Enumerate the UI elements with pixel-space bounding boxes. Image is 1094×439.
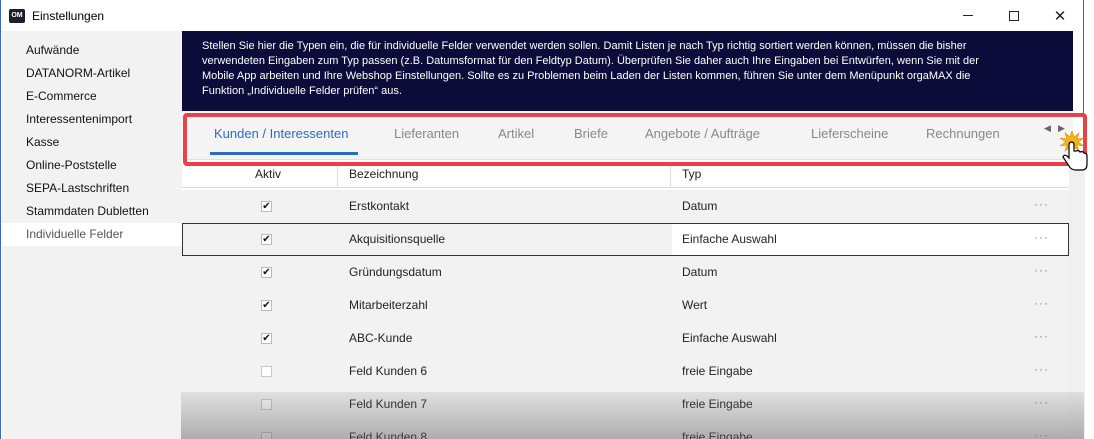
- table-row-selected[interactable]: ✔ Akquisitionsquelle Einfache Auswahl ··…: [182, 223, 1069, 256]
- typ-cell[interactable]: freie Eingabe: [682, 388, 753, 421]
- close-icon: ✕: [1053, 6, 1067, 25]
- sidebar-item-datanorm[interactable]: DATANORM-Artikel: [2, 62, 182, 85]
- tab-briefe[interactable]: Briefe: [574, 126, 608, 141]
- table-row[interactable]: Feld Kunden 7 freie Eingabe ···: [182, 388, 1069, 421]
- active-tab-indicator: [210, 152, 358, 155]
- tab-lieferscheine[interactable]: Lieferscheine: [811, 126, 888, 141]
- row-more-button[interactable]: ···: [1034, 289, 1049, 322]
- bezeichnung-cell[interactable]: Erstkontakt: [349, 190, 409, 223]
- typ-cell[interactable]: freie Eingabe: [682, 355, 753, 388]
- typ-cell[interactable]: Datum: [682, 190, 717, 223]
- sidebar-item-aufwaende[interactable]: Aufwände: [2, 39, 182, 62]
- tab-lieferanten[interactable]: Lieferanten: [394, 126, 459, 141]
- aktiv-checkbox[interactable]: ✔: [261, 201, 272, 212]
- close-button[interactable]: ✕: [1037, 0, 1083, 31]
- column-divider[interactable]: [670, 164, 671, 188]
- typ-cell[interactable]: Datum: [682, 256, 717, 289]
- info-banner: Stellen Sie hier die Typen ein, die für …: [182, 31, 1073, 111]
- table-row[interactable]: Feld Kunden 8 freie Eingabe ···: [182, 421, 1069, 439]
- grid-header: Aktiv Bezeichnung Typ: [182, 160, 1069, 188]
- tab-angebote-auftraege[interactable]: Angebote / Aufträge: [645, 126, 760, 141]
- aktiv-checkbox[interactable]: [261, 366, 272, 377]
- typ-cell[interactable]: Einfache Auswahl: [682, 322, 777, 355]
- table-row[interactable]: ✔ Gründungsdatum Datum ···: [182, 256, 1069, 289]
- sidebar-item-individuelle-felder[interactable]: Individuelle Felder: [2, 223, 182, 246]
- aktiv-checkbox[interactable]: [261, 432, 272, 439]
- settings-window: OM Einstellungen ✕ Aufwände DATANORM-Art…: [0, 0, 1085, 439]
- table-row[interactable]: Feld Kunden 6 freie Eingabe ···: [182, 355, 1069, 388]
- aktiv-checkbox[interactable]: [261, 399, 272, 410]
- aktiv-checkbox[interactable]: ✔: [261, 300, 272, 311]
- row-more-button[interactable]: ···: [1034, 355, 1049, 388]
- bezeichnung-cell[interactable]: ABC-Kunde: [349, 322, 412, 355]
- settings-sidebar: Aufwände DATANORM-Artikel E-Commerce Int…: [2, 31, 182, 439]
- maximize-button[interactable]: [991, 0, 1037, 31]
- table-row[interactable]: ✔ ABC-Kunde Einfache Auswahl ···: [182, 322, 1069, 355]
- bezeichnung-cell[interactable]: Mitarbeiterzahl: [349, 289, 428, 322]
- info-text-line: Funktion „Individuelle Felder prüfen“ au…: [202, 85, 402, 97]
- bezeichnung-cell[interactable]: Akquisitionsquelle: [349, 224, 445, 255]
- sidebar-item-ecommerce[interactable]: E-Commerce: [2, 85, 182, 108]
- row-more-button[interactable]: ···: [1034, 224, 1049, 257]
- vertical-scrollbar[interactable]: [1069, 160, 1085, 439]
- app-logo-icon: OM: [9, 9, 25, 23]
- typ-cell[interactable]: Einfache Auswahl: [682, 224, 777, 255]
- tab-artikel[interactable]: Artikel: [498, 126, 534, 141]
- row-more-button[interactable]: ···: [1034, 421, 1049, 439]
- bezeichnung-cell[interactable]: Feld Kunden 7: [349, 388, 427, 421]
- table-row[interactable]: ✔ Mitarbeiterzahl Wert ···: [182, 289, 1069, 322]
- bezeichnung-cell[interactable]: Feld Kunden 8: [349, 421, 427, 439]
- fields-grid: Aktiv Bezeichnung Typ ✔ Erstkontakt Datu…: [182, 160, 1069, 439]
- column-header-bezeichnung[interactable]: Bezeichnung: [349, 160, 418, 188]
- info-text-line: verwendeten Eingaben zum Typ passen (z.B…: [202, 55, 979, 67]
- typ-cell[interactable]: Wert: [682, 289, 707, 322]
- sidebar-item-kasse[interactable]: Kasse: [2, 131, 182, 154]
- row-more-button[interactable]: ···: [1034, 256, 1049, 289]
- table-row[interactable]: ✔ Erstkontakt Datum ···: [182, 190, 1069, 223]
- aktiv-checkbox[interactable]: ✔: [261, 267, 272, 278]
- column-header-typ[interactable]: Typ: [682, 160, 701, 188]
- column-header-aktiv[interactable]: Aktiv: [255, 160, 281, 188]
- minimize-icon: [963, 15, 973, 16]
- column-divider[interactable]: [337, 164, 338, 188]
- info-text-line: Mobile App arbeiten und Ihre Webshop Ein…: [202, 70, 971, 82]
- row-more-button[interactable]: ···: [1034, 388, 1049, 421]
- bezeichnung-cell[interactable]: Feld Kunden 6: [349, 355, 427, 388]
- sidebar-item-online-poststelle[interactable]: Online-Poststelle: [2, 154, 182, 177]
- click-cursor-icon: [1059, 131, 1088, 171]
- bezeichnung-cell[interactable]: Gründungsdatum: [349, 256, 442, 289]
- minimize-button[interactable]: [945, 0, 991, 31]
- aktiv-checkbox[interactable]: ✔: [261, 333, 272, 344]
- row-more-button[interactable]: ···: [1034, 190, 1049, 223]
- tab-kunden-interessenten[interactable]: Kunden / Interessenten: [214, 126, 348, 141]
- typ-cell[interactable]: freie Eingabe: [682, 421, 753, 439]
- window-title: Einstellungen: [32, 9, 105, 23]
- type-tab-bar: Kunden / Interessenten Lieferanten Artik…: [182, 111, 1073, 160]
- maximize-icon: [1009, 10, 1019, 21]
- tab-rechnungen[interactable]: Rechnungen: [926, 126, 1000, 141]
- sidebar-item-stammdaten-dubletten[interactable]: Stammdaten Dubletten: [2, 200, 182, 223]
- title-bar: OM Einstellungen ✕: [1, 0, 1083, 31]
- info-text-line: Stellen Sie hier die Typen ein, die für …: [202, 40, 967, 52]
- tab-scroll-left-icon[interactable]: ◀: [1044, 124, 1051, 134]
- aktiv-checkbox[interactable]: ✔: [261, 234, 272, 245]
- sidebar-item-interessentenimport[interactable]: Interessentenimport: [2, 108, 182, 131]
- row-more-button[interactable]: ···: [1034, 322, 1049, 355]
- sidebar-item-sepa[interactable]: SEPA-Lastschriften: [2, 177, 182, 200]
